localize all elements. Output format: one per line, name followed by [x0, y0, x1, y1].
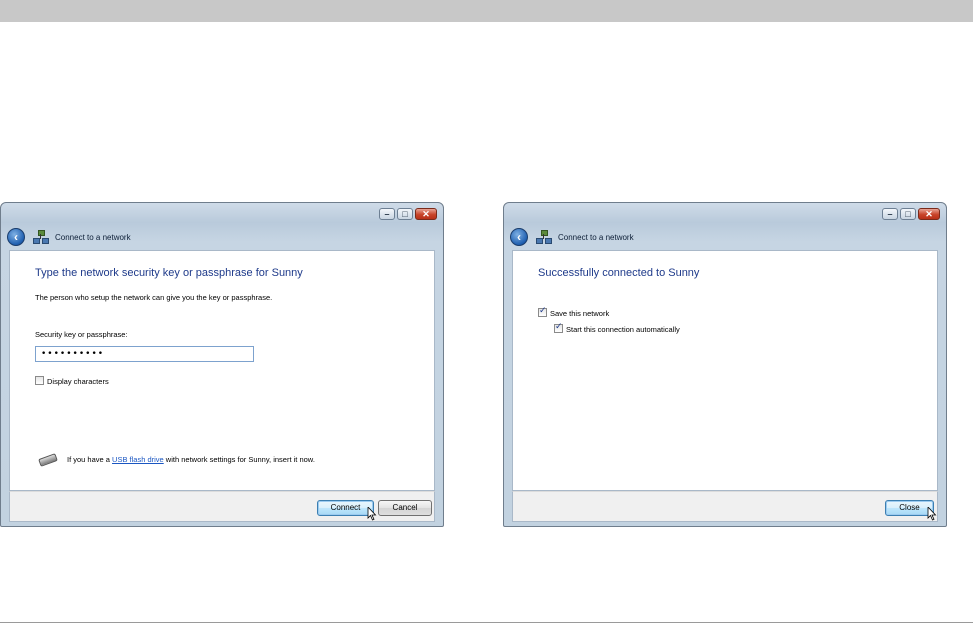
close-icon: ✕ [925, 209, 933, 219]
page-heading: Successfully connected to Sunny [538, 267, 700, 279]
dialog-success: – □ ✕ ‹ Connect to a network Successfull… [503, 202, 947, 527]
dialog-content: Type the network security key or passphr… [9, 250, 435, 491]
close-window-button[interactable]: ✕ [415, 208, 437, 220]
caption-buttons: – □ ✕ [379, 208, 437, 220]
maximize-button[interactable]: □ [397, 208, 413, 220]
dialog-footer: Connect Cancel [9, 491, 435, 522]
usb-flash-drive-link[interactable]: USB flash drive [112, 455, 164, 464]
auto-start-checkbox[interactable]: ✓ [554, 322, 563, 333]
minimize-button[interactable]: – [379, 208, 395, 220]
minimize-icon: – [887, 209, 893, 219]
maximize-icon: □ [402, 209, 408, 219]
maximize-button[interactable]: □ [900, 208, 916, 220]
display-characters-checkbox[interactable] [35, 376, 44, 385]
usb-hint-prefix: If you have a [67, 455, 113, 464]
save-network-label: Save this network [550, 309, 610, 318]
back-button[interactable]: ‹ [7, 228, 25, 246]
usb-hint-text: If you have a USB flash drive with netwo… [67, 455, 315, 464]
mouse-pointer-icon [367, 507, 377, 521]
window-title: Connect to a network [558, 232, 634, 242]
mouse-pointer-icon [927, 507, 937, 521]
back-arrow-icon: ‹ [517, 230, 521, 244]
close-icon: ✕ [422, 209, 430, 219]
nav-row: ‹ Connect to a network [7, 225, 131, 249]
page-bottom-rule [0, 622, 973, 623]
back-button[interactable]: ‹ [510, 228, 528, 246]
auto-start-label: Start this connection automatically [566, 325, 680, 334]
checkmark-icon: ✓ [539, 306, 547, 316]
dialog-security-key: – □ ✕ ‹ Connect to a network Type the ne… [0, 202, 444, 527]
network-icon [536, 230, 552, 244]
minimize-icon: – [384, 209, 390, 219]
caption-buttons: – □ ✕ [882, 208, 940, 220]
usb-drive-icon [35, 453, 59, 467]
security-key-input[interactable]: •••••••••• [35, 346, 254, 362]
connect-button[interactable]: Connect [317, 500, 374, 516]
network-icon [33, 230, 49, 244]
back-arrow-icon: ‹ [14, 230, 18, 244]
page-top-band [0, 0, 973, 22]
dialog-content: Successfully connected to Sunny ✓ Save t… [512, 250, 938, 491]
usb-hint-suffix: with network settings for Sunny, insert … [163, 455, 315, 464]
maximize-icon: □ [905, 209, 911, 219]
checkmark-icon: ✓ [555, 322, 563, 332]
nav-row: ‹ Connect to a network [510, 225, 634, 249]
dialog-footer: Close [512, 491, 938, 522]
close-window-button[interactable]: ✕ [918, 208, 940, 220]
description-text: The person who setup the network can giv… [35, 293, 273, 302]
cancel-button[interactable]: Cancel [378, 500, 432, 516]
minimize-button[interactable]: – [882, 208, 898, 220]
security-key-label: Security key or passphrase: [35, 330, 128, 339]
window-title: Connect to a network [55, 232, 131, 242]
page-heading: Type the network security key or passphr… [35, 267, 303, 279]
display-characters-label: Display characters [47, 377, 109, 386]
save-network-checkbox[interactable]: ✓ [538, 306, 547, 317]
